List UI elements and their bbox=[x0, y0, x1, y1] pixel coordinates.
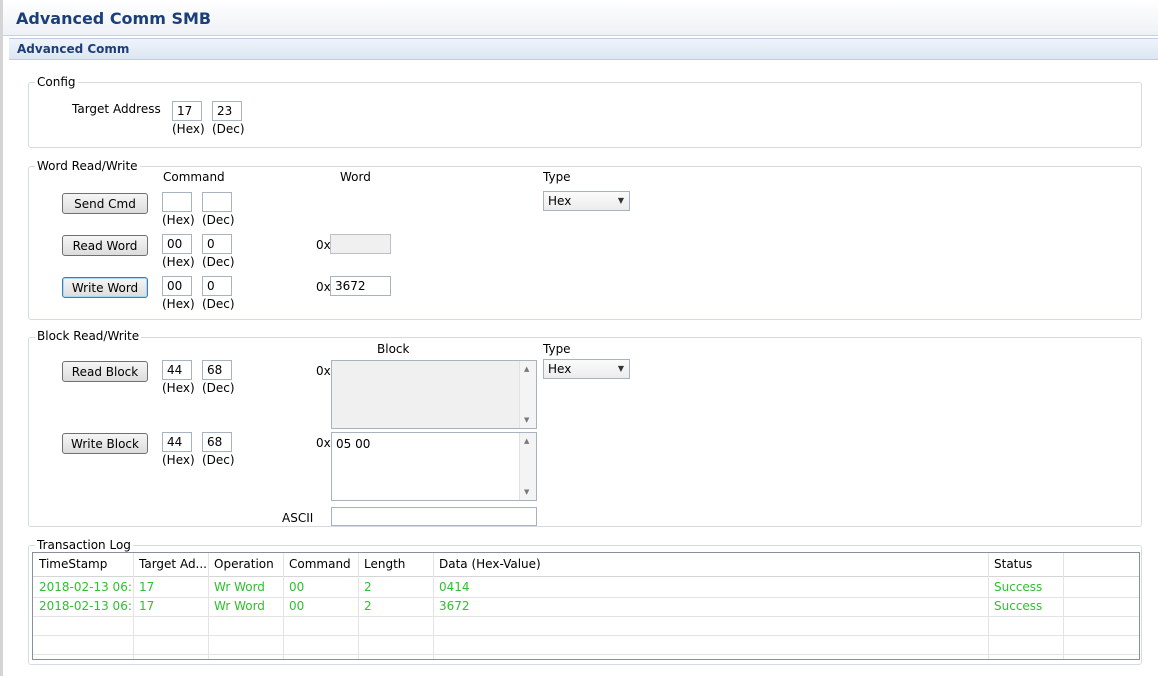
write-block-dec-input[interactable]: 68 bbox=[202, 432, 232, 452]
section-header[interactable]: Advanced Comm bbox=[9, 38, 1158, 60]
block-header: Block bbox=[377, 342, 410, 356]
write-word-button[interactable]: Write Word bbox=[62, 277, 148, 298]
row-divider bbox=[33, 635, 1139, 636]
read-word-button[interactable]: Read Word bbox=[62, 235, 148, 256]
hex-prefix-label: 0x bbox=[316, 238, 331, 252]
title-bar: Advanced Comm SMB bbox=[3, 0, 1158, 36]
column-header[interactable]: Length bbox=[358, 557, 433, 576]
config-group-title: Config bbox=[35, 75, 78, 89]
word-type-value: Hex bbox=[548, 194, 572, 208]
scrollbar[interactable]: ▲ ▼ bbox=[519, 361, 536, 428]
word-group-title: Word Read/Write bbox=[35, 159, 140, 173]
send-cmd-hex-input[interactable] bbox=[162, 192, 192, 212]
row-divider bbox=[33, 616, 1139, 617]
chevron-down-icon: ▼ bbox=[617, 196, 624, 205]
write-block-hex-input[interactable]: 44 bbox=[162, 432, 192, 452]
write-block-value: 05 00 bbox=[336, 437, 371, 451]
hex-prefix-label: 0x bbox=[316, 364, 331, 378]
read-block-button[interactable]: Read Block bbox=[62, 361, 148, 382]
read-word-dec-input[interactable]: 0 bbox=[202, 234, 232, 254]
dec-label: (Dec) bbox=[202, 255, 235, 269]
write-word-hex-input[interactable]: 00 bbox=[162, 276, 192, 296]
target-address-label: Target Address bbox=[72, 102, 161, 116]
table-row[interactable]: 2018-02-13 06:... 17 Wr Word 00 2 3672 S… bbox=[33, 597, 1139, 616]
type-header: Type bbox=[543, 170, 571, 184]
read-word-hex-input[interactable]: 00 bbox=[162, 234, 192, 254]
word-header: Word bbox=[340, 170, 371, 184]
type-header: Type bbox=[543, 342, 571, 356]
write-block-value-area[interactable]: 05 00 ▲ ▼ bbox=[331, 432, 537, 501]
column-header[interactable]: Status bbox=[988, 557, 1063, 576]
hex-label: (Hex) bbox=[162, 297, 195, 311]
row-divider bbox=[33, 654, 1139, 655]
block-group-title: Block Read/Write bbox=[35, 329, 142, 343]
hex-prefix-label: 0x bbox=[316, 280, 331, 294]
dec-label: (Dec) bbox=[212, 122, 245, 136]
window-title: Advanced Comm SMB bbox=[16, 9, 212, 28]
table-header: TimeStamp Target Ad... Operation Command… bbox=[33, 553, 1139, 577]
write-block-button[interactable]: Write Block bbox=[62, 433, 148, 454]
chevron-down-icon: ▼ bbox=[617, 364, 624, 373]
column-header[interactable]: Data (Hex-Value) bbox=[433, 557, 988, 576]
log-group-title: Transaction Log bbox=[35, 538, 133, 552]
dec-label: (Dec) bbox=[202, 297, 235, 311]
column-header[interactable]: Command bbox=[283, 557, 358, 576]
column-header[interactable]: Target Ad... bbox=[133, 557, 208, 576]
hex-label: (Hex) bbox=[162, 381, 195, 395]
scroll-down-icon[interactable]: ▼ bbox=[524, 488, 529, 496]
target-address-dec-input[interactable]: 23 bbox=[212, 101, 242, 121]
read-word-value-field[interactable] bbox=[330, 234, 391, 254]
read-block-dec-input[interactable]: 68 bbox=[202, 360, 232, 380]
dec-label: (Dec) bbox=[202, 453, 235, 467]
block-type-value: Hex bbox=[548, 362, 572, 376]
scroll-up-icon[interactable]: ▲ bbox=[524, 437, 529, 445]
command-header: Command bbox=[163, 170, 225, 184]
read-block-hex-input[interactable]: 44 bbox=[162, 360, 192, 380]
scroll-down-icon[interactable]: ▼ bbox=[524, 416, 529, 424]
hex-label: (Hex) bbox=[162, 255, 195, 269]
word-type-select[interactable]: Hex ▼ bbox=[543, 191, 630, 211]
block-type-select[interactable]: Hex ▼ bbox=[543, 359, 630, 379]
target-address-hex-input[interactable]: 17 bbox=[172, 101, 202, 121]
write-word-dec-input[interactable]: 0 bbox=[202, 276, 232, 296]
read-block-value-area[interactable]: ▲ ▼ bbox=[331, 360, 537, 429]
send-cmd-dec-input[interactable] bbox=[202, 192, 232, 212]
hex-label: (Hex) bbox=[172, 122, 205, 136]
write-word-value-input[interactable]: 3672 bbox=[330, 276, 391, 296]
ascii-label: ASCII bbox=[282, 511, 314, 525]
send-cmd-button[interactable]: Send Cmd bbox=[62, 193, 148, 214]
ascii-input[interactable] bbox=[331, 507, 537, 526]
column-header[interactable]: TimeStamp bbox=[33, 557, 133, 576]
column-header[interactable]: Operation bbox=[208, 557, 283, 576]
hex-prefix-label: 0x bbox=[316, 436, 331, 450]
word-group bbox=[28, 166, 1142, 320]
dec-label: (Dec) bbox=[202, 213, 235, 227]
dec-label: (Dec) bbox=[202, 381, 235, 395]
scroll-up-icon[interactable]: ▲ bbox=[524, 365, 529, 373]
window-left-border bbox=[0, 0, 3, 676]
table-row[interactable]: 2018-02-13 06:... 17 Wr Word 00 2 0414 S… bbox=[33, 578, 1139, 597]
scrollbar[interactable]: ▲ ▼ bbox=[519, 433, 536, 500]
transaction-log-table[interactable]: TimeStamp Target Ad... Operation Command… bbox=[32, 552, 1140, 660]
section-title: Advanced Comm bbox=[17, 42, 130, 56]
hex-label: (Hex) bbox=[162, 453, 195, 467]
hex-label: (Hex) bbox=[162, 213, 195, 227]
